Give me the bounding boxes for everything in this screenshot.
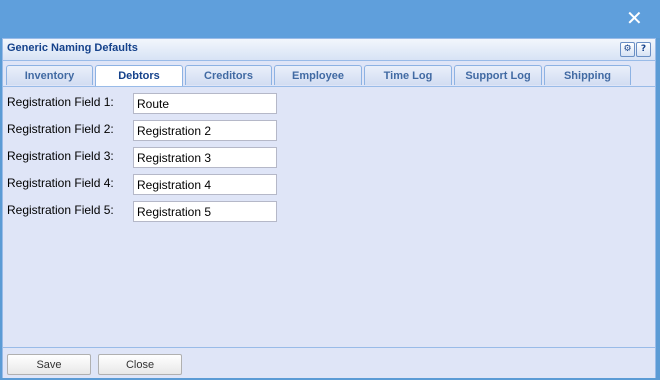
tab-employee[interactable]: Employee — [274, 65, 362, 85]
window-titlebar: Generic Naming Defaults ⚙ ? — [3, 39, 655, 61]
registration-field-3-label: Registration Field 3: — [7, 149, 114, 163]
registration-field-4-label: Registration Field 4: — [7, 176, 114, 190]
tab-shipping[interactable]: Shipping — [544, 65, 631, 85]
tab-support-log[interactable]: Support Log — [454, 65, 542, 85]
registration-field-4-input[interactable] — [133, 174, 277, 195]
window-footer: Save Close — [3, 347, 655, 378]
help-icon[interactable]: ? — [636, 42, 651, 57]
registration-field-5-label: Registration Field 5: — [7, 203, 114, 217]
tab-time-log[interactable]: Time Log — [364, 65, 452, 85]
registration-field-2-label: Registration Field 2: — [7, 122, 114, 136]
save-button[interactable]: Save — [7, 354, 91, 375]
registration-field-3-input[interactable] — [133, 147, 277, 168]
naming-defaults-window: Generic Naming Defaults ⚙ ? Inventory De… — [2, 38, 656, 378]
gear-icon[interactable]: ⚙ — [620, 42, 635, 57]
tab-debtors[interactable]: Debtors — [95, 65, 183, 86]
registration-field-5-input[interactable] — [133, 201, 277, 222]
registration-field-2-input[interactable] — [133, 120, 277, 141]
close-button[interactable]: Close — [98, 354, 182, 375]
registration-field-1-input[interactable] — [133, 93, 277, 114]
close-icon[interactable]: ✕ — [626, 8, 643, 28]
registration-field-1-label: Registration Field 1: — [7, 95, 114, 109]
tab-inventory[interactable]: Inventory — [6, 65, 93, 85]
tab-strip: Inventory Debtors Creditors Employee Tim… — [3, 61, 655, 87]
form-body: Registration Field 1: Registration Field… — [3, 87, 655, 347]
topbar: ✕ — [0, 0, 660, 38]
window-title: Generic Naming Defaults — [7, 42, 138, 54]
tab-creditors[interactable]: Creditors — [185, 65, 272, 85]
